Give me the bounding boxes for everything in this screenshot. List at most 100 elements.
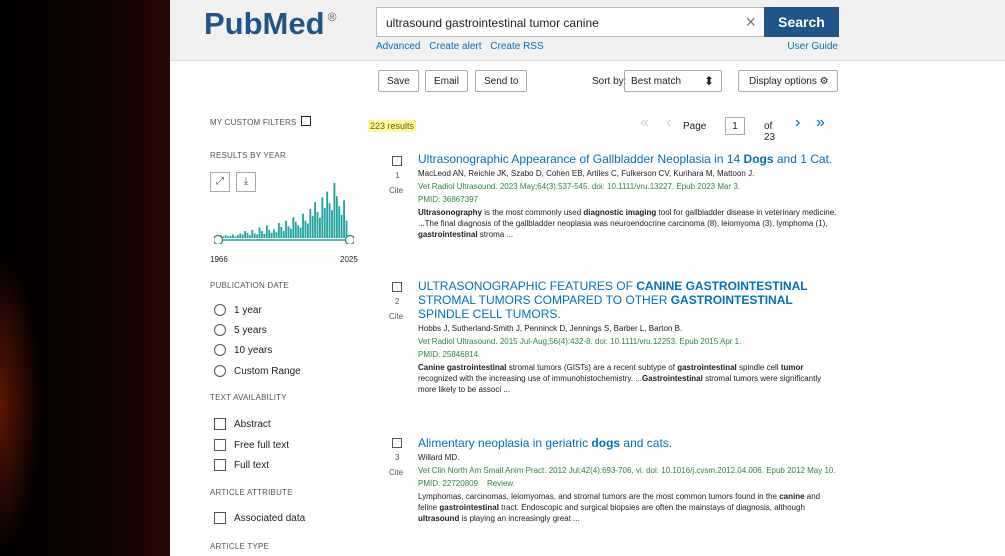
next-page-icon[interactable]: ›	[795, 114, 800, 132]
histogram-bar[interactable]	[338, 206, 341, 238]
save-button[interactable]: Save	[378, 70, 419, 92]
histogram-bar[interactable]	[268, 229, 271, 238]
histogram-bar[interactable]	[314, 202, 317, 238]
search-button[interactable]: Search	[764, 7, 839, 37]
histogram-bar[interactable]	[222, 236, 225, 238]
histogram-bar[interactable]	[333, 182, 336, 238]
histogram-bar[interactable]	[345, 220, 348, 238]
range-end-handle[interactable]	[344, 234, 355, 245]
filter-full-text[interactable]: Full text	[214, 459, 269, 473]
date-option-5-years[interactable]: 5 years	[214, 324, 267, 338]
histogram-bar[interactable]	[343, 200, 345, 238]
first-page-icon[interactable]: «	[640, 114, 649, 132]
histogram-bar[interactable]	[280, 226, 283, 238]
histogram-bar[interactable]	[234, 236, 237, 238]
histogram-bar[interactable]	[306, 223, 309, 239]
pubmed-logo[interactable]: PubMed ®	[204, 6, 336, 42]
histogram-bar[interactable]	[275, 232, 278, 238]
result-3-cite[interactable]: Cite	[389, 468, 403, 477]
histogram-bar[interactable]	[277, 222, 280, 238]
send-to-button[interactable]: Send to	[475, 70, 528, 92]
histogram-bar[interactable]	[290, 228, 292, 238]
create-alert-link[interactable]: Create alert	[429, 41, 481, 52]
range-start-handle[interactable]	[214, 234, 224, 245]
histogram-bar[interactable]	[311, 215, 314, 238]
toolbar-divider	[170, 60, 1005, 61]
histogram-bar[interactable]	[302, 213, 304, 238]
create-rss-link[interactable]: Create RSS	[490, 41, 543, 52]
result-2-title[interactable]: ULTRASONOGRAPHIC FEATURES OF CANINE GAST…	[418, 279, 838, 321]
histogram-bar[interactable]	[256, 234, 259, 238]
histogram-bar[interactable]	[309, 209, 312, 238]
histogram-bar[interactable]	[227, 236, 230, 238]
histogram-bar[interactable]	[273, 229, 275, 238]
histogram-bar[interactable]	[261, 231, 263, 238]
histogram-bar[interactable]	[304, 220, 307, 238]
result-2-cite[interactable]: Cite	[389, 312, 403, 321]
histogram-bar[interactable]	[316, 211, 319, 238]
search-input[interactable]	[384, 9, 728, 37]
result-1-journal: Vet Radiol Ultrasound. 2023 May;64(3):53…	[418, 182, 740, 191]
result-1-title[interactable]: Ultrasonographic Appearance of Gallbladd…	[418, 152, 838, 166]
email-button[interactable]: Email	[425, 70, 469, 92]
histogram-bar[interactable]	[263, 233, 266, 238]
filter-free-full-text[interactable]: Free full text	[214, 439, 289, 453]
histogram-bar[interactable]	[282, 231, 285, 238]
histogram-bar[interactable]	[244, 231, 246, 238]
histogram-bar[interactable]	[246, 232, 249, 238]
custom-filters-heading[interactable]: MY CUSTOM FILTERS	[210, 116, 311, 127]
result-3-title[interactable]: Alimentary neoplasia in geriatric dogs a…	[418, 436, 838, 450]
histogram-bar[interactable]	[229, 235, 232, 238]
prev-page-icon[interactable]: ‹	[666, 114, 671, 132]
display-options-button[interactable]: Display options ⚙	[738, 70, 838, 92]
histogram-bar[interactable]	[285, 220, 288, 238]
pubmed-page: PubMed® × Search Advanced Create alert C…	[170, 0, 1005, 556]
histogram-bar[interactable]	[294, 221, 297, 238]
publication-date-heading: PUBLICATION DATE	[210, 281, 289, 290]
histogram-bar[interactable]	[258, 227, 261, 238]
result-3-authors: Willard MD.	[418, 453, 460, 462]
year-start-label: 1966	[210, 255, 228, 264]
date-option-10-years[interactable]: 10 years	[214, 344, 272, 358]
clear-search-icon[interactable]: ×	[745, 12, 756, 33]
histogram-bar[interactable]	[299, 227, 302, 238]
user-guide-link[interactable]: User Guide	[787, 41, 838, 52]
histogram-bar[interactable]	[248, 235, 251, 238]
histogram-bar[interactable]	[265, 225, 268, 238]
background-glow	[0, 250, 40, 556]
histogram-bar[interactable]	[251, 229, 254, 238]
histogram-bar[interactable]	[241, 234, 244, 238]
histogram-bar[interactable]	[236, 235, 239, 238]
histogram-bar[interactable]	[323, 207, 326, 238]
histogram-bar[interactable]	[292, 217, 295, 238]
histogram-bar[interactable]	[326, 191, 329, 238]
histogram-bar[interactable]	[287, 226, 290, 238]
histogram-bar[interactable]	[331, 210, 333, 238]
histogram-bar[interactable]	[335, 196, 338, 238]
filter-abstract[interactable]: Abstract	[214, 418, 271, 432]
histogram-bar[interactable]	[321, 197, 324, 238]
date-option-custom-range[interactable]: Custom Range	[214, 365, 301, 379]
sort-select[interactable]: Best match ⬍	[624, 70, 722, 92]
histogram-bar[interactable]	[340, 214, 343, 238]
advanced-link[interactable]: Advanced	[376, 41, 420, 52]
histogram-bar[interactable]	[224, 235, 227, 238]
histogram-bar[interactable]	[239, 233, 242, 238]
result-3: Alimentary neoplasia in geriatric dogs a…	[418, 436, 838, 524]
histogram-bar[interactable]	[253, 233, 256, 238]
result-2-checkbox[interactable]	[392, 282, 402, 292]
histogram-bar[interactable]	[328, 203, 331, 238]
result-1-checkbox[interactable]	[392, 156, 402, 166]
histogram-bar[interactable]	[232, 234, 234, 238]
histogram-bar[interactable]	[270, 232, 273, 238]
date-option-1-year[interactable]: 1 year	[214, 304, 262, 318]
result-3-checkbox[interactable]	[392, 438, 402, 448]
results-by-year-histogram[interactable]	[214, 172, 354, 244]
result-1-cite[interactable]: Cite	[389, 186, 403, 195]
page-number-input[interactable]: 1	[725, 117, 745, 135]
result-1-number: 1	[395, 171, 400, 180]
filter-associated-data[interactable]: Associated data	[214, 512, 305, 526]
histogram-bar[interactable]	[319, 217, 321, 238]
last-page-icon[interactable]: »	[816, 114, 825, 132]
histogram-bar[interactable]	[297, 225, 300, 238]
